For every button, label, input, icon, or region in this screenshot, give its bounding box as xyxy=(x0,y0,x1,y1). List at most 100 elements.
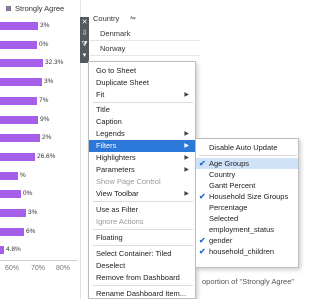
menu-item-label: Caption xyxy=(96,117,122,126)
more-options-icon[interactable]: ▾ xyxy=(80,50,89,61)
bar[interactable] xyxy=(0,134,40,142)
menu-item-label: Use as Filter xyxy=(96,205,139,214)
filter-option[interactable]: ✔ household_children xyxy=(196,246,298,257)
bar[interactable] xyxy=(0,78,42,86)
bar-data-label: 3% xyxy=(40,22,50,29)
bar-data-label: 3% xyxy=(28,209,38,216)
bar[interactable] xyxy=(0,22,38,30)
country-filter-title: Country xyxy=(93,14,120,23)
menu-item-label: Title xyxy=(96,105,110,114)
menu-item-label: Filters xyxy=(96,141,117,150)
submenu-arrow-icon: ▶ xyxy=(184,92,189,98)
filter-option[interactable]: Percentage xyxy=(196,202,298,213)
menu-item-label: Fit xyxy=(96,90,105,99)
filter-option-label: Country xyxy=(209,170,236,179)
menu-item-label: Rename Dashboard Item... xyxy=(96,289,187,298)
menu-separator xyxy=(93,245,193,246)
bar-data-label: 3% xyxy=(44,78,54,85)
filter-option-label: household_children xyxy=(209,247,275,256)
menu-item-go-to-sheet[interactable]: Go to Sheet xyxy=(89,65,195,77)
bar[interactable] xyxy=(0,116,38,124)
bar-data-label: % xyxy=(20,172,26,179)
menu-item-title[interactable]: Title xyxy=(89,104,195,116)
submenu-arrow-icon: ▶ xyxy=(184,131,189,137)
bar[interactable] xyxy=(0,153,35,161)
menu-item-filters[interactable]: Filters ▶ xyxy=(89,140,195,152)
bar[interactable] xyxy=(0,190,21,198)
menu-item-label: Highlighters xyxy=(96,153,136,162)
legend-swatch xyxy=(6,6,11,11)
menu-item-floating[interactable]: Floating xyxy=(89,232,195,244)
menu-item-show-page-control[interactable]: Show Page Control xyxy=(89,176,195,188)
menu-item-label: Floating xyxy=(96,233,123,242)
menu-item-select-container[interactable]: Select Container: Tiled xyxy=(89,248,195,260)
bar-data-label: 2% xyxy=(42,134,52,141)
x-axis-title: oportion of "Strongly Agree" xyxy=(202,277,295,286)
filter-option[interactable]: ✔ gender xyxy=(196,235,298,246)
menu-item-label: Show Page Control xyxy=(96,177,161,186)
menu-item-label: Ignore Actions xyxy=(96,217,144,226)
bar[interactable] xyxy=(0,228,24,236)
filter-option[interactable]: ✔ Household Size Groups xyxy=(196,191,298,202)
submenu-item-disable-auto-update[interactable]: Disable Auto Update xyxy=(196,142,298,153)
legend-label: Strongly Agree xyxy=(15,4,65,13)
menu-item-duplicate-sheet[interactable]: Duplicate Sheet xyxy=(89,77,195,89)
bar-data-label: 6% xyxy=(26,228,36,235)
close-icon[interactable]: ✕ xyxy=(80,17,89,28)
bar-data-label: 32.3% xyxy=(45,59,64,66)
bar[interactable] xyxy=(0,97,37,105)
country-item-norway[interactable]: Norway xyxy=(100,44,125,53)
context-menu: Go to Sheet Duplicate Sheet Fit ▶ Title C… xyxy=(88,61,196,299)
bar[interactable] xyxy=(0,246,4,254)
submenu-arrow-icon: ▶ xyxy=(184,155,189,161)
filter-option-label: Selected xyxy=(209,214,239,223)
bar-data-label: 0% xyxy=(23,190,33,197)
country-item-denmark[interactable]: Denmark xyxy=(100,29,130,38)
menu-separator xyxy=(93,102,193,103)
sort-icon[interactable]: ⇋ xyxy=(130,14,136,22)
bar-data-label: 7% xyxy=(39,97,49,104)
bar-data-label: 26.6% xyxy=(37,153,56,160)
x-axis-tick: 60% xyxy=(5,265,20,272)
menu-item-label: Duplicate Sheet xyxy=(96,78,149,87)
filter-option-label: gender xyxy=(209,236,233,245)
menu-item-parameters[interactable]: Parameters ▶ xyxy=(89,164,195,176)
checkmark-icon: ✔ xyxy=(199,159,206,168)
menu-item-label: Select Container: Tiled xyxy=(96,249,172,258)
menu-separator xyxy=(93,229,193,230)
menu-item-label: Parameters xyxy=(96,165,135,174)
filter-option[interactable]: Gantt Percent xyxy=(196,180,298,191)
menu-item-fit[interactable]: Fit ▶ xyxy=(89,89,195,101)
bar[interactable] xyxy=(0,41,37,49)
checkmark-icon: ✔ xyxy=(199,247,206,256)
menu-item-use-as-filter[interactable]: Use as Filter xyxy=(89,204,195,216)
filter-option-label: Percentage xyxy=(209,203,248,212)
filter-option[interactable]: Country xyxy=(196,169,298,180)
menu-item-label: Legends xyxy=(96,129,125,138)
bar-data-label: 9% xyxy=(40,116,50,123)
checkmark-icon: ✔ xyxy=(199,192,206,201)
bar[interactable] xyxy=(0,172,18,180)
menu-item-deselect[interactable]: Deselect xyxy=(89,260,195,272)
menu-item-remove-from-dashboard[interactable]: Remove from Dashboard xyxy=(89,272,195,284)
menu-item-label: Deselect xyxy=(96,261,126,270)
move-icon[interactable]: ⇩ xyxy=(80,28,89,39)
menu-separator xyxy=(199,155,297,156)
menu-item-view-toolbar[interactable]: View Toolbar ▶ xyxy=(89,188,195,200)
filter-option[interactable]: employment_status xyxy=(196,224,298,235)
bar-data-label: 4.8% xyxy=(6,246,21,253)
x-axis-tick: 70% xyxy=(31,265,46,272)
menu-item-legends[interactable]: Legends ▶ xyxy=(89,128,195,140)
x-axis-line xyxy=(0,260,78,261)
filter-icon[interactable]: ⧩ xyxy=(80,39,89,50)
filter-option[interactable]: Selected xyxy=(196,213,298,224)
menu-item-caption[interactable]: Caption xyxy=(89,116,195,128)
filter-option[interactable]: ✔ Age Groups xyxy=(196,158,298,169)
menu-item-rename-dashboard-item[interactable]: Rename Dashboard Item... xyxy=(89,288,195,299)
submenu-arrow-icon: ▶ xyxy=(184,143,189,149)
menu-item-highlighters[interactable]: Highlighters ▶ xyxy=(89,152,195,164)
bar[interactable] xyxy=(0,209,26,217)
filter-option-label: Age Groups xyxy=(209,159,250,168)
bar[interactable] xyxy=(0,59,43,67)
menu-item-ignore-actions[interactable]: Ignore Actions xyxy=(89,216,195,228)
